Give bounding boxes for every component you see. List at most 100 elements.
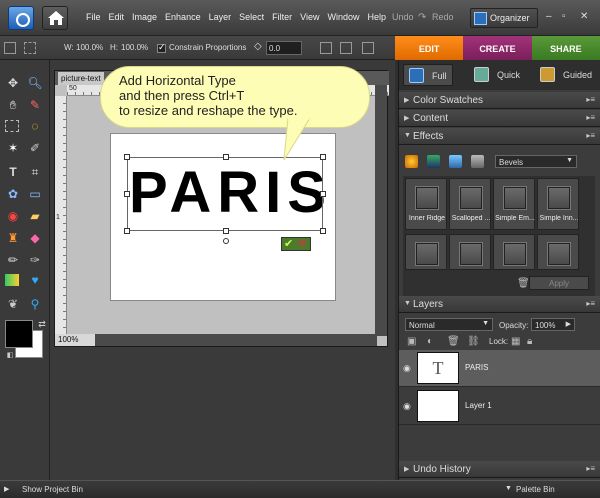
zoom-tool-icon[interactable]: 🔍︎: [27, 75, 43, 91]
magic-wand-icon[interactable]: ✶: [5, 140, 21, 156]
redo-button[interactable]: Redo: [432, 12, 454, 22]
handle-middle-right[interactable]: [320, 191, 326, 197]
perspective-icon[interactable]: [362, 42, 374, 54]
effect-thumb-8[interactable]: [537, 234, 579, 270]
section-content[interactable]: ▶ Content ▸≡: [399, 110, 600, 127]
commit-check-icon[interactable]: ✔: [284, 237, 293, 250]
filters-icon[interactable]: [405, 155, 418, 168]
close-icon[interactable]: ✕: [580, 11, 588, 22]
photo-effects-icon[interactable]: [449, 155, 462, 168]
smart-brush-icon[interactable]: ✑: [27, 252, 43, 268]
handle-bottom-left[interactable]: [124, 228, 130, 234]
menu-edit[interactable]: Edit: [105, 12, 129, 22]
link-layers-icon[interactable]: ⛓︎: [467, 336, 480, 347]
shape-tool-icon[interactable]: ♥: [27, 272, 43, 288]
document-tab[interactable]: picture-text: [58, 72, 104, 85]
menu-layer[interactable]: Layer: [205, 12, 236, 22]
tab-quick[interactable]: Quick: [469, 64, 524, 86]
layer-styles-icon[interactable]: [427, 155, 440, 168]
trash-icon[interactable]: 🗑︎: [517, 278, 530, 289]
red-eye-icon[interactable]: ◉: [5, 208, 21, 224]
handle-bottom-center[interactable]: [223, 228, 229, 234]
visibility-eye-icon[interactable]: ◉: [403, 401, 411, 412]
show-project-bin-button[interactable]: Show Project Bin: [22, 485, 83, 494]
healing-brush-icon[interactable]: ▰: [27, 208, 43, 224]
menu-window[interactable]: Window: [323, 12, 363, 22]
section-effects[interactable]: ▼ Effects ▸≡: [399, 128, 600, 145]
panel-menu-icon[interactable]: ▸≡: [586, 131, 595, 140]
selection-brush-icon[interactable]: ✐: [27, 140, 43, 156]
handle-top-left[interactable]: [124, 154, 130, 160]
tab-full[interactable]: Full: [403, 64, 453, 86]
organizer-button[interactable]: Organizer: [470, 8, 538, 28]
effect-simple-inner[interactable]: Simple Inn...: [537, 178, 579, 230]
swap-colors-icon[interactable]: ⇄: [34, 316, 50, 332]
panel-menu-icon[interactable]: ▸≡: [586, 95, 595, 104]
menu-enhance[interactable]: Enhance: [161, 12, 205, 22]
panel-menu-icon[interactable]: ▸≡: [586, 464, 595, 473]
skew-icon[interactable]: [320, 42, 332, 54]
gradient-tool-icon[interactable]: [5, 274, 19, 286]
tab-share[interactable]: SHARE: [531, 36, 600, 60]
reference-point-icon[interactable]: [24, 42, 36, 54]
crop-tool-icon[interactable]: ⌗: [27, 164, 43, 180]
menu-select[interactable]: Select: [235, 12, 268, 22]
angle-input[interactable]: 0.0: [266, 41, 302, 55]
blend-mode-dropdown[interactable]: Normal ▼: [405, 318, 493, 331]
all-effects-icon[interactable]: [471, 155, 484, 168]
distort-icon[interactable]: [340, 42, 352, 54]
effect-scalloped[interactable]: Scalloped ...: [449, 178, 491, 230]
effect-inner-ridge[interactable]: Inner Ridge: [405, 178, 447, 230]
eraser-icon[interactable]: ◆: [27, 230, 43, 246]
section-layers[interactable]: ▼ Layers ▸≡: [399, 296, 600, 313]
zoom-level[interactable]: 100%: [55, 334, 95, 346]
straighten-tool-icon[interactable]: ▭: [27, 186, 43, 202]
menu-view[interactable]: View: [296, 12, 323, 22]
maximize-icon[interactable]: ▫: [562, 11, 566, 22]
menu-filter[interactable]: Filter: [268, 12, 296, 22]
undo-button[interactable]: Undo: [392, 12, 414, 22]
section-color-swatches[interactable]: ▶ Color Swatches ▸≡: [399, 92, 600, 109]
width-value[interactable]: 100.0%: [76, 43, 103, 52]
lock-all-icon[interactable]: 🔒︎: [527, 336, 532, 347]
palette-bin-button[interactable]: Palette Bin: [516, 485, 555, 494]
blur-tool-icon[interactable]: ❦: [5, 296, 21, 312]
menu-image[interactable]: Image: [128, 12, 161, 22]
menu-help[interactable]: Help: [363, 12, 390, 22]
effect-simple-emboss[interactable]: Simple Em...: [493, 178, 535, 230]
horizontal-scrollbar[interactable]: [95, 334, 377, 346]
tab-create[interactable]: CREATE: [463, 36, 532, 60]
adjustment-layer-icon[interactable]: ◐: [427, 336, 433, 347]
layer-row-paris[interactable]: ◉ T PARIS: [399, 350, 600, 387]
effect-thumb-7[interactable]: [493, 234, 535, 270]
handle-top-center[interactable]: [223, 154, 229, 160]
panel-menu-icon[interactable]: ▸≡: [586, 113, 595, 122]
tool-preset-icon[interactable]: [4, 42, 16, 54]
sponge-tool-icon[interactable]: ⚲: [27, 296, 43, 312]
eyedropper-icon[interactable]: ✎: [27, 97, 43, 113]
visibility-eye-icon[interactable]: ◉: [403, 363, 411, 374]
delete-layer-icon[interactable]: 🗑︎: [447, 336, 460, 347]
section-undo-history[interactable]: ▶ Undo History ▸≡: [399, 461, 600, 478]
height-value[interactable]: 100.0%: [121, 43, 148, 52]
clone-stamp-icon[interactable]: ♜: [5, 230, 21, 246]
brush-tool-icon[interactable]: ✏: [5, 252, 21, 268]
foreground-color-swatch[interactable]: [5, 320, 33, 348]
rotate-handle[interactable]: [223, 238, 229, 244]
type-tool-icon[interactable]: T: [5, 164, 21, 180]
effect-thumb-6[interactable]: [449, 234, 491, 270]
hand-tool-icon[interactable]: ✋︎: [5, 97, 21, 113]
cancel-icon[interactable]: ⊘: [298, 238, 306, 249]
minimize-icon[interactable]: –: [546, 11, 552, 22]
apply-button[interactable]: Apply: [529, 276, 589, 290]
panel-menu-icon[interactable]: ▸≡: [586, 299, 595, 308]
constrain-checkbox[interactable]: [157, 42, 166, 53]
lasso-tool-icon[interactable]: ◌: [27, 118, 43, 134]
lock-transparent-icon[interactable]: ▦: [511, 336, 520, 347]
new-layer-icon[interactable]: ▣: [407, 336, 416, 347]
transform-bounding-box[interactable]: [124, 154, 326, 244]
opacity-input[interactable]: 100% ▶: [531, 318, 575, 331]
tab-guided[interactable]: Guided: [535, 64, 597, 86]
cookie-cutter-icon[interactable]: ✿: [5, 186, 21, 202]
move-tool-icon[interactable]: ✥: [5, 75, 21, 91]
